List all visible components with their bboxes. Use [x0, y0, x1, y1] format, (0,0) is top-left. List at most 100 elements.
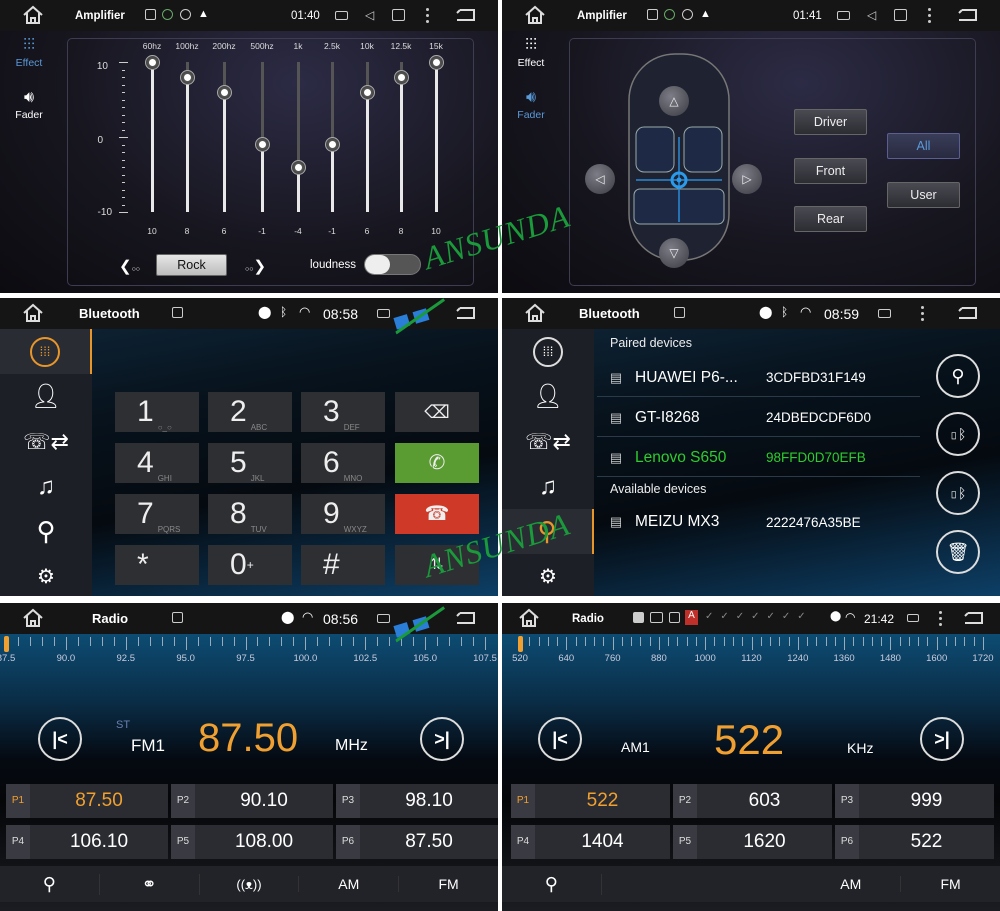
preset-button-P6[interactable]: P6 87.50: [336, 825, 498, 859]
backspace-button[interactable]: ⌫: [395, 392, 479, 432]
sidebar-item-fader[interactable]: 🔊︎ Fader: [0, 89, 58, 121]
device-row[interactable]: ▤ GT-I8268 24DBEDCDF6D0: [597, 399, 920, 437]
preset-button-P3[interactable]: P3 98.10: [336, 784, 498, 818]
preset-button[interactable]: Rock: [156, 254, 227, 276]
dial-key-1[interactable]: 1 ○_○: [115, 392, 199, 432]
fader-up-button[interactable]: △: [659, 86, 689, 116]
user-button[interactable]: User: [887, 182, 960, 208]
back-icon[interactable]: [454, 306, 478, 320]
back-icon[interactable]: [956, 306, 980, 320]
screen-off-icon[interactable]: [392, 9, 405, 21]
prev-preset-button[interactable]: ❮○○: [119, 257, 140, 275]
am-button[interactable]: AM: [299, 876, 400, 892]
sidebar-item-effect[interactable]: ⫶⫶⫶ Effect: [0, 37, 58, 69]
more-menu-icon[interactable]: [426, 8, 429, 23]
sidebar-item-contacts[interactable]: 👤︎: [502, 374, 594, 419]
sidebar-item-music[interactable]: ♫: [0, 464, 92, 509]
seek-previous-button[interactable]: |<: [38, 717, 82, 761]
home-icon[interactable]: [518, 608, 540, 628]
device-row[interactable]: ▤ HUAWEI P6-... 3CDFBD31F149: [597, 359, 920, 397]
volume-icon[interactable]: ◁: [365, 8, 374, 22]
sidebar-item-contacts[interactable]: 👤︎: [0, 374, 92, 419]
search-devices-button[interactable]: ⚲: [936, 354, 980, 398]
preset-button-P6[interactable]: P6 522: [835, 825, 994, 859]
dial-key-5[interactable]: 5 JKL: [208, 443, 292, 483]
more-menu-icon[interactable]: [921, 306, 924, 321]
seek-previous-button[interactable]: |<: [538, 717, 582, 761]
preset-button-P4[interactable]: P4 106.10: [6, 825, 168, 859]
home-icon[interactable]: [22, 608, 44, 628]
driver-button[interactable]: Driver: [794, 109, 867, 135]
sidebar-item-call-log[interactable]: ☏⇄: [0, 419, 92, 464]
all-button[interactable]: All: [887, 133, 960, 159]
dial-key-4[interactable]: 4 GHI: [115, 443, 199, 483]
dial-key-6[interactable]: 6 MNO: [301, 443, 385, 483]
seek-next-button[interactable]: >|: [420, 717, 464, 761]
home-icon[interactable]: [524, 303, 546, 323]
device-row[interactable]: ▤ MEIZU MX3 2222476A35BE: [597, 503, 920, 541]
front-button[interactable]: Front: [794, 158, 867, 184]
am-button[interactable]: AM: [801, 876, 902, 892]
call-button[interactable]: ✆: [395, 443, 479, 483]
sidebar-item-bt-settings[interactable]: ⚙: [0, 554, 92, 596]
back-icon[interactable]: [962, 611, 986, 625]
sidebar-item-call-log[interactable]: ☏⇄: [502, 419, 594, 464]
next-preset-button[interactable]: ○○❯: [245, 257, 266, 275]
fader-right-button[interactable]: ▷: [732, 164, 762, 194]
eq-slider-knob[interactable]: [324, 137, 340, 152]
dial-key-#[interactable]: #: [301, 545, 385, 585]
connect-device-button[interactable]: ▯ᛒ: [936, 412, 980, 456]
dial-key-0[interactable]: 0+: [208, 545, 292, 585]
eq-slider-knob[interactable]: [216, 84, 232, 100]
tuning-marker[interactable]: [518, 636, 523, 652]
more-menu-icon[interactable]: [939, 611, 942, 626]
sidebar-item-bt-settings[interactable]: ⚙: [502, 554, 594, 596]
eq-slider-knob[interactable]: [290, 159, 306, 175]
home-icon[interactable]: [524, 5, 546, 25]
device-row[interactable]: ▤ Lenovo S650 98FFD0D70EFB: [597, 439, 920, 477]
transfer-audio-button[interactable]: ⇅: [395, 545, 479, 585]
fm-button[interactable]: FM: [399, 876, 498, 892]
fader-down-button[interactable]: ▽: [659, 238, 689, 268]
preset-button-P1[interactable]: P1 522: [511, 784, 670, 818]
eq-slider-knob[interactable]: [179, 69, 195, 85]
scan-button[interactable]: ⚲: [0, 873, 100, 895]
preset-button-P5[interactable]: P5 1620: [673, 825, 832, 859]
stereo-button[interactable]: ⚭: [100, 873, 200, 895]
loudness-toggle[interactable]: [364, 254, 421, 275]
sidebar-item-dialpad[interactable]: ⁞⁞⁞: [502, 329, 594, 374]
dial-key-3[interactable]: 3 DEF: [301, 392, 385, 432]
dial-key-7[interactable]: 7 PQRS: [115, 494, 199, 534]
disconnect-device-button[interactable]: ▯ᛒ: [936, 471, 980, 515]
rear-button[interactable]: Rear: [794, 206, 867, 232]
sidebar-item-music[interactable]: ♫: [502, 464, 594, 509]
sidebar-item-effect[interactable]: ⫶⫶⫶ Effect: [502, 37, 560, 69]
dial-key-8[interactable]: 8 TUV: [208, 494, 292, 534]
hangup-button[interactable]: ☎: [395, 494, 479, 534]
screen-off-icon[interactable]: [894, 9, 907, 21]
eq-slider-knob[interactable]: [359, 84, 375, 100]
fader-left-button[interactable]: ◁: [585, 164, 615, 194]
local-dx-button[interactable]: ((ᴥ)): [200, 876, 300, 892]
preset-button-P5[interactable]: P5 108.00: [171, 825, 333, 859]
dial-key-9[interactable]: 9 WXYZ: [301, 494, 385, 534]
sidebar-item-dialpad[interactable]: ⁞⁞⁞: [0, 329, 92, 374]
seek-next-button[interactable]: >|: [920, 717, 964, 761]
home-icon[interactable]: [22, 5, 44, 25]
home-icon[interactable]: [22, 303, 44, 323]
preset-button-P1[interactable]: P1 87.50: [6, 784, 168, 818]
delete-device-button[interactable]: 🗑︎: [936, 530, 980, 574]
fm-button[interactable]: FM: [901, 876, 1000, 892]
preset-button-P2[interactable]: P2 90.10: [171, 784, 333, 818]
sidebar-item-fader[interactable]: 🔊︎ Fader: [502, 89, 560, 121]
eq-slider-knob[interactable]: [254, 137, 270, 152]
sidebar-item-search[interactable]: ⚲: [0, 509, 92, 554]
tuning-marker[interactable]: [4, 636, 9, 652]
back-icon[interactable]: [454, 611, 478, 625]
eq-slider-knob[interactable]: [393, 69, 409, 85]
dial-key-*[interactable]: *: [115, 545, 199, 585]
scan-button[interactable]: ⚲: [502, 873, 602, 895]
back-icon[interactable]: [956, 8, 980, 22]
back-icon[interactable]: [454, 8, 478, 22]
volume-icon[interactable]: ◁: [867, 8, 876, 22]
